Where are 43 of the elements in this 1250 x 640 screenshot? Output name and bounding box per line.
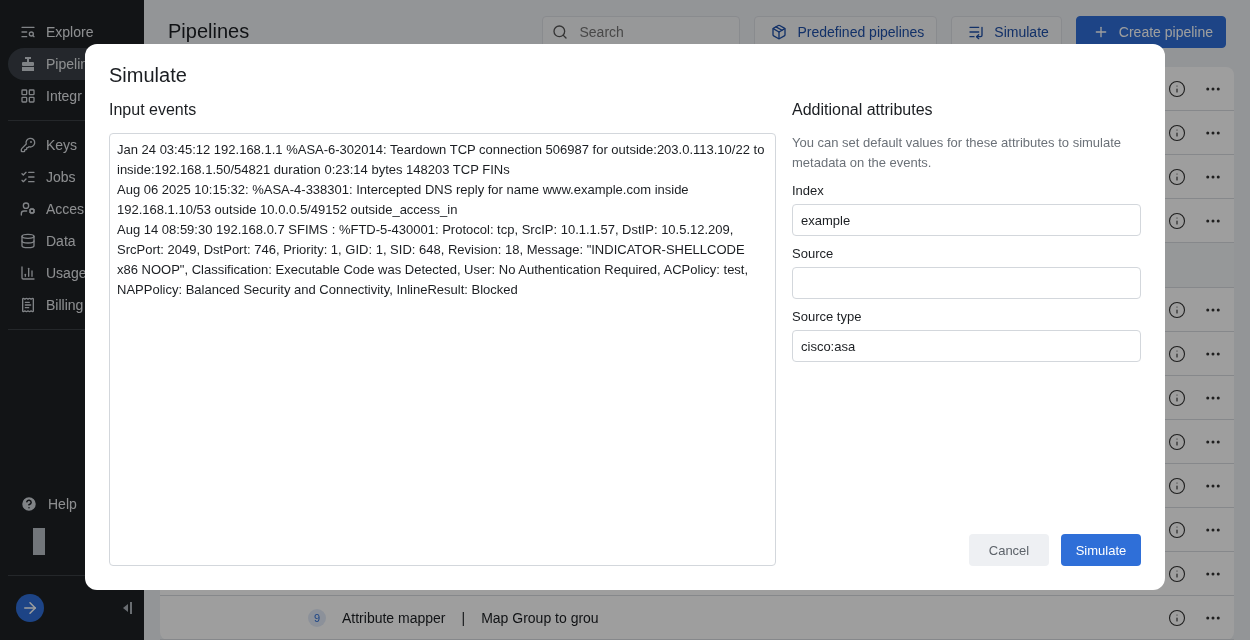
key-icon bbox=[20, 137, 36, 153]
cancel-button[interactable]: Cancel bbox=[969, 534, 1049, 566]
info-icon[interactable] bbox=[1168, 564, 1186, 583]
pipeline-description: Map Group to grou bbox=[481, 609, 599, 626]
pipeline-name: Attribute mapper bbox=[342, 609, 446, 626]
attribute-field[interactable] bbox=[792, 267, 1141, 299]
separator: | bbox=[461, 609, 466, 626]
box-icon bbox=[771, 23, 788, 40]
logo-icon[interactable] bbox=[16, 594, 44, 622]
help-icon bbox=[20, 495, 38, 513]
info-icon[interactable] bbox=[1168, 432, 1186, 451]
info-icon[interactable] bbox=[1168, 388, 1186, 407]
checklist-icon bbox=[20, 169, 36, 185]
attribute-field[interactable]: cisco:asa bbox=[792, 330, 1141, 362]
events-field[interactable]: Jan 24 03:45:12 192.168.1.1 %ASA-6-302014: Teardown TCP connection 506987 for outside:203.0.113.10/22 to inside:192.168.1.50/54821 duration 0:23:14 bytes 148203 TCP FINs Aug 06 2025 10:15:32: %ASA-4-338301: Intercepted DNS reply for name www.example.com inside 192.168.1.10/53 outside 10.0.0.5/49152 outside_access_in Aug 14 08:59:30 192.168.0.7 SFIMS : %FTD-5-430001: Protocol: tcp, SrcIP: 10.1.1.57, DstIP: 10.5.12.209, SrcPort: 2049, DstPort: 746, Priority: 1, GID: 1, SID: 648, Revision: 18, Message: "INDICATOR-SHELLCODE x86 NOOP", Classification: Executable Code was Detected, User: No Authentication Required, ACPolicy: test, NAPPolicy: Balanced Security and Connectivity, InlineResult: Blocked bbox=[109, 133, 776, 566]
database-icon bbox=[20, 233, 36, 249]
info-icon[interactable] bbox=[1168, 520, 1186, 539]
attribute-field[interactable]: example bbox=[792, 204, 1141, 236]
field-label: Source bbox=[792, 246, 835, 261]
section-title: Additional attributes bbox=[792, 101, 934, 119]
field-label: Index bbox=[792, 183, 825, 198]
receipt-icon bbox=[20, 297, 36, 313]
info-icon[interactable] bbox=[1168, 300, 1186, 319]
help-text: You can set default values for these attributes to simulate metadata on the events. bbox=[792, 134, 1123, 172]
info-icon[interactable] bbox=[1168, 344, 1186, 363]
simulate-button[interactable]: Simulate bbox=[1061, 534, 1141, 566]
section-title: Input events bbox=[109, 101, 198, 119]
explore-icon bbox=[20, 24, 36, 40]
user-gear-icon bbox=[20, 201, 36, 217]
info-icon[interactable] bbox=[1168, 211, 1186, 230]
bar-chart-icon bbox=[20, 265, 36, 281]
page-title: Pipelines bbox=[168, 20, 251, 43]
info-icon[interactable] bbox=[1168, 167, 1186, 186]
field-label: Source type bbox=[792, 309, 863, 324]
header-button[interactable]: Create pipeline bbox=[1075, 15, 1226, 48]
search-icon bbox=[552, 23, 569, 40]
row-number: 9 bbox=[308, 608, 326, 627]
info-icon[interactable] bbox=[1168, 608, 1186, 627]
collapse-icon[interactable] bbox=[122, 601, 132, 615]
info-icon[interactable] bbox=[1168, 123, 1186, 142]
info-icon[interactable] bbox=[1168, 79, 1186, 98]
nav-item[interactable]: Explore bbox=[8, 16, 136, 48]
info-icon[interactable] bbox=[1168, 476, 1186, 495]
